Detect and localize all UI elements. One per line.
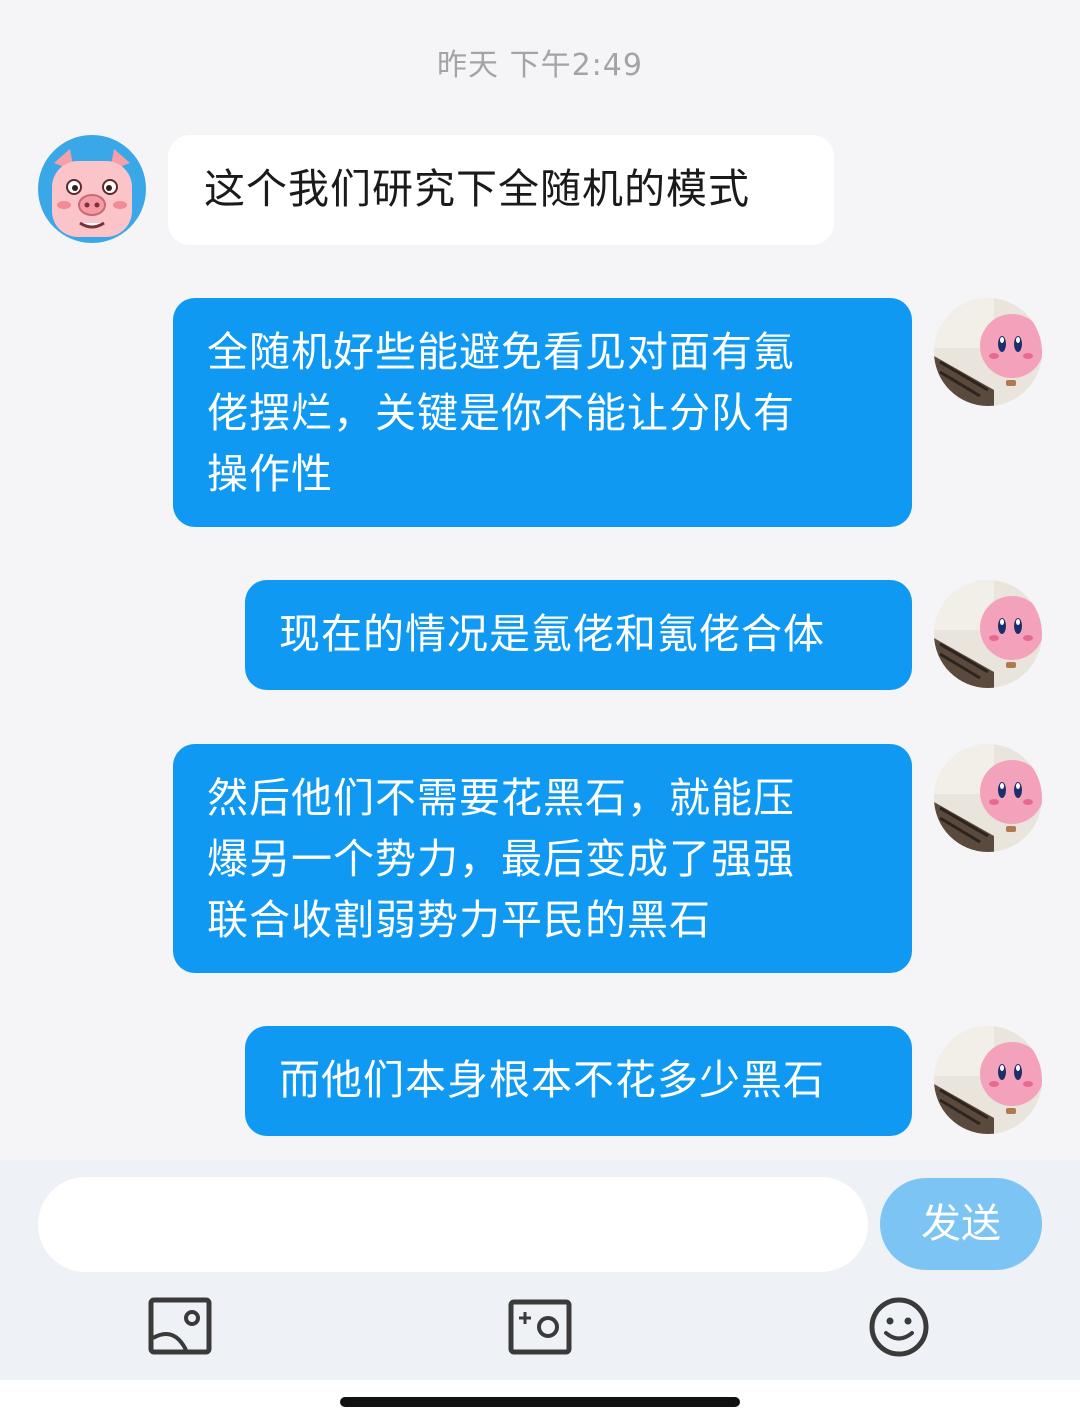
message-bubble-sent[interactable]: 现在的情况是氪佬和氪佬合体 [245, 580, 912, 690]
kirby-avatar[interactable] [934, 298, 1042, 406]
message-text: 这个我们研究下全随机的模式 [204, 165, 750, 213]
message-text-line: 全随机好些能避免看见对面有氪 [207, 328, 795, 376]
kirby-avatar[interactable] [934, 580, 1042, 688]
emoji-icon[interactable] [866, 1296, 932, 1358]
camera-icon[interactable] [508, 1296, 574, 1358]
kirby-avatar[interactable] [934, 1026, 1042, 1134]
pig-avatar[interactable] [38, 135, 146, 243]
message-text-line: 爆另一个势力，最后变成了强强 [207, 835, 795, 883]
message-text-line: 操作性 [207, 450, 333, 498]
message-text-line: 联合收割弱势力平民的黑石 [207, 896, 711, 944]
message-bubble-received[interactable]: 这个我们研究下全随机的模式 [168, 135, 834, 245]
message-bubble-sent[interactable]: 而他们本身根本不花多少黑石 [245, 1026, 912, 1136]
message-text: 而他们本身根本不花多少黑石 [279, 1056, 825, 1104]
image-icon[interactable] [148, 1296, 214, 1358]
message-bubble-sent[interactable]: 然后他们不需要花黑石，就能压 爆另一个势力，最后变成了强强 联合收割弱势力平民的… [173, 744, 912, 973]
kirby-avatar[interactable] [934, 744, 1042, 852]
message-bubble-sent[interactable]: 全随机好些能避免看见对面有氪 佬摆烂，关键是你不能让分队有 操作性 [173, 298, 912, 527]
message-timestamp: 昨天 下午2:49 [437, 48, 643, 83]
message-text-line: 佬摆烂，关键是你不能让分队有 [207, 389, 795, 437]
message-text-line: 然后他们不需要花黑石，就能压 [207, 774, 795, 822]
home-indicator[interactable] [340, 1397, 740, 1407]
message-text: 现在的情况是氪佬和氪佬合体 [279, 610, 825, 658]
message-input[interactable] [38, 1177, 868, 1272]
send-button[interactable]: 发送 [880, 1178, 1042, 1270]
